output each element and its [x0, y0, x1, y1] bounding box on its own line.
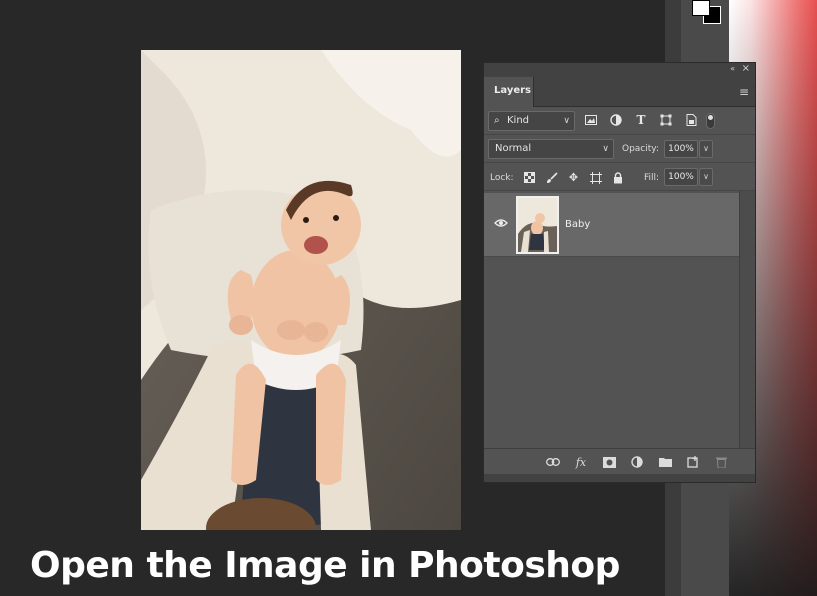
lock-icons: ✥ [522, 170, 625, 185]
eye-icon[interactable] [493, 217, 509, 231]
fill-label: Fill: [644, 173, 660, 183]
lock-label: Lock: [490, 173, 514, 183]
layer-thumbnail [516, 196, 559, 254]
layers-scrollbar[interactable] [739, 191, 755, 452]
fx-icon[interactable]: fx [573, 454, 589, 470]
bottom-icons: fx [545, 454, 729, 470]
adjustment-layer-icon[interactable] [629, 454, 645, 470]
type-filter-icon[interactable]: T [633, 112, 649, 128]
smart-object-filter-icon[interactable] [683, 112, 699, 128]
trash-icon[interactable] [713, 454, 729, 470]
panel-topbar: « × [484, 63, 755, 77]
panel-resize-handle[interactable] [484, 474, 755, 482]
image-filter-icon[interactable] [583, 112, 599, 128]
kind-label: Kind [507, 115, 530, 126]
double-chevron-icon[interactable]: « [730, 64, 735, 73]
layer-row[interactable]: Baby [484, 193, 740, 257]
filter-toggle[interactable] [706, 113, 715, 129]
opacity-input[interactable]: 100% [664, 140, 698, 158]
opacity-dropdown[interactable]: ∨ [699, 140, 713, 158]
tab-layers[interactable]: Layers [484, 77, 534, 107]
caption-title: Open the Image in Photoshop [30, 545, 620, 586]
filter-row: ⌕ Kind ∨ T [484, 107, 755, 135]
filter-icons: T [583, 112, 699, 128]
link-icon[interactable] [545, 454, 561, 470]
lock-image-icon[interactable] [544, 170, 559, 185]
foreground-color-swatch[interactable] [692, 0, 710, 16]
layer-name: Baby [565, 219, 591, 230]
search-icon: ⌕ [494, 115, 500, 126]
layers-panel: « × Layers ≡ ⌕ Kind ∨ T Normal ∨ Opacity… [483, 62, 756, 483]
chevron-down-icon: ∨ [602, 144, 609, 154]
fill-dropdown[interactable]: ∨ [699, 168, 713, 186]
opacity-label: Opacity: [622, 144, 659, 154]
lock-transparent-icon[interactable] [522, 170, 537, 185]
lock-all-icon[interactable] [610, 170, 625, 185]
panel-bottom-bar: fx [484, 448, 755, 474]
blend-mode-value: Normal [495, 143, 532, 154]
shape-filter-icon[interactable] [658, 112, 674, 128]
lock-artboard-icon[interactable] [588, 170, 603, 185]
chevron-down-icon: ∨ [563, 116, 570, 126]
layers-list: Baby [484, 191, 755, 452]
group-folder-icon[interactable] [657, 454, 673, 470]
close-icon[interactable]: × [742, 63, 750, 74]
blend-row: Normal ∨ Opacity: 100% ∨ [484, 135, 755, 163]
mask-icon[interactable] [601, 454, 617, 470]
hamburger-menu-icon[interactable]: ≡ [739, 85, 749, 99]
panel-tab-row: Layers ≡ [484, 77, 755, 107]
lock-position-icon[interactable]: ✥ [566, 170, 581, 185]
baby-photo [141, 50, 461, 530]
kind-filter-select[interactable]: ⌕ Kind ∨ [488, 111, 575, 131]
adjustment-filter-icon[interactable] [608, 112, 624, 128]
lock-row: Lock: ✥ Fill: 100% ∨ [484, 163, 755, 191]
document-image[interactable] [141, 50, 461, 530]
new-layer-icon[interactable] [685, 454, 701, 470]
blend-mode-select[interactable]: Normal ∨ [488, 139, 614, 159]
fill-input[interactable]: 100% [664, 168, 698, 186]
